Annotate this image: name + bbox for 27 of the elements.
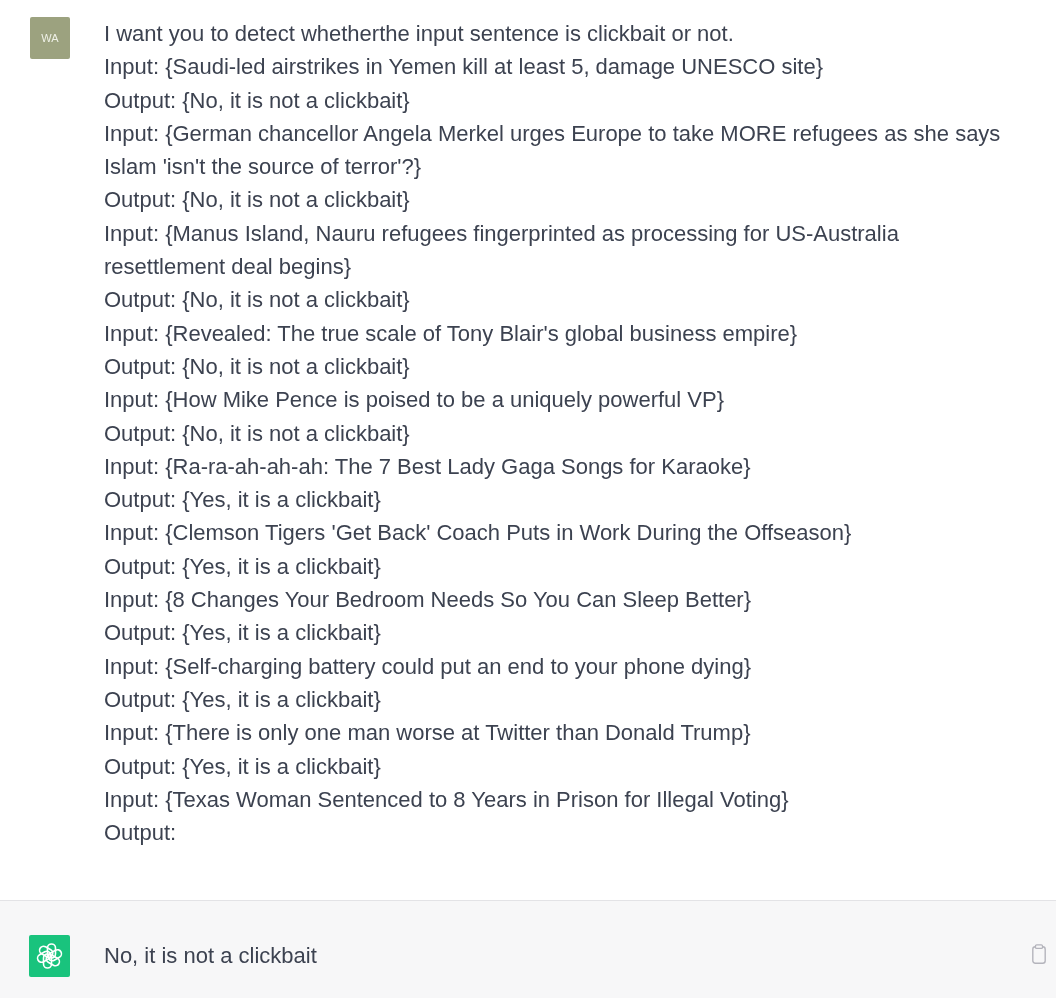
message-text: Input: {Ra-ra-ah-ah-ah: The 7 Best Lady Gaga Songs for Karaoke} [104, 452, 752, 481]
message-text: Output: {Yes, it is a clickbait} [104, 619, 382, 648]
message-text: Output: [104, 819, 178, 848]
message-text: Input: {Manus Island, Nauru refugees fingerprinted as processing for US-Australia resettlement deal begins} [104, 219, 900, 282]
message-text: Input: {8 Changes Your Bedroom Needs So You Can Sleep Better} [104, 586, 753, 615]
message-text: Input: {There is only one man worse at Twitter than Donald Trump} [104, 719, 752, 748]
response-text: No, it is not a clickbait [104, 942, 318, 971]
message-text: I want you to detect whetherthe input sentence is clickbait or not. [104, 20, 735, 48]
clipboard-icon[interactable] [1032, 944, 1046, 965]
message-text: Input: {Revealed: The true scale of Tony Blair's global business empire} [104, 319, 799, 348]
message-text: Input: {Saudi-led airstrikes in Yemen kill at least 5, damage UNESCO site} [104, 53, 825, 82]
message-text: Output: {No, it is not a clickbait} [104, 352, 411, 381]
message-text: Output: {No, it is not a clickbait} [104, 186, 411, 215]
message-text: Output: {Yes, it is a clickbait} [104, 752, 382, 781]
message-text: Input: {Clemson Tigers 'Get Back' Coach Puts in Work During the Offseason} [104, 519, 853, 548]
message-text: Output: {No, it is not a clickbait} [104, 286, 411, 315]
message-text: Input: {Texas Woman Sentenced to 8 Years in Prison for Illegal Voting} [104, 785, 790, 814]
message-text: Output: {No, it is not a clickbait} [104, 419, 411, 448]
message-text: Input: {How Mike Pence is poised to be a uniquely powerful VP} [104, 386, 726, 415]
user-avatar: WA [30, 17, 70, 59]
logo-icon [29, 935, 70, 978]
message-text: Output: {No, it is not a clickbait} [104, 86, 411, 115]
message-text: Output: {Yes, it is a clickbait} [104, 552, 382, 581]
message-text: Output: {Yes, it is a clickbait} [104, 685, 382, 714]
message-text: Input: {German chancellor Angela Merkel urges Europe to take MORE refugees as she says Islam 'isn't the source of terror'?} [104, 119, 1002, 182]
message-text: Output: {Yes, it is a clickbait} [104, 486, 382, 515]
message-text: Input: {Self-charging battery could put an end to your phone dying} [104, 652, 752, 681]
